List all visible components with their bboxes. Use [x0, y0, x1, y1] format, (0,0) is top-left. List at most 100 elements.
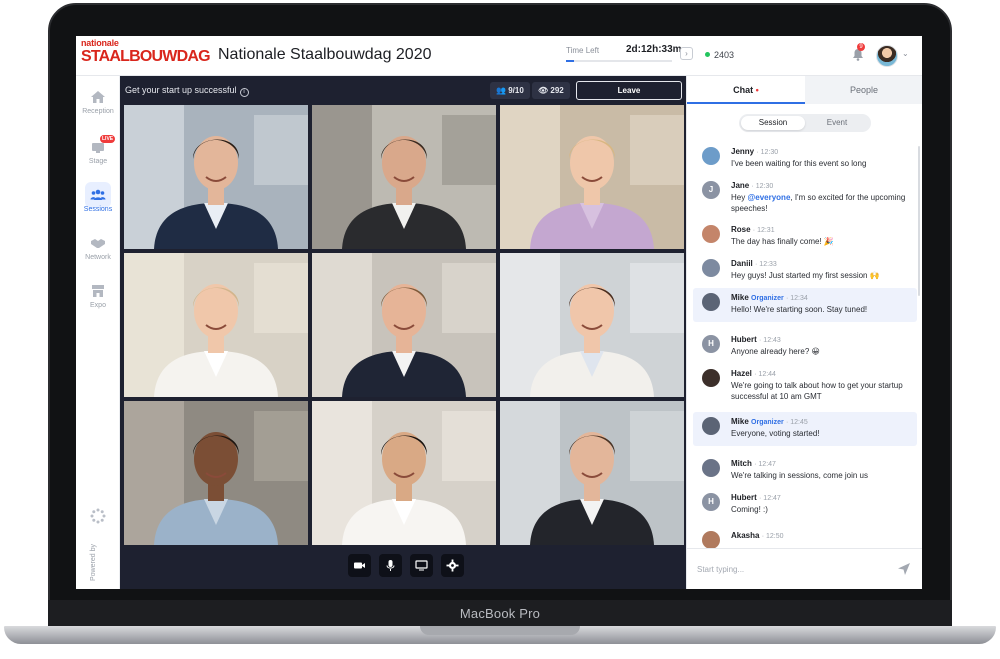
chat-message-header: Rose · 12:31	[731, 224, 911, 236]
mention-everyone[interactable]: @everyone	[747, 193, 790, 202]
chat-avatar[interactable]	[702, 259, 720, 277]
screen-share-button[interactable]	[410, 554, 433, 577]
sidebar-item-stage[interactable]: LIVE Stage	[76, 135, 120, 165]
chat-author-name[interactable]: Daniil	[731, 259, 753, 268]
chat-author-name[interactable]: Mike	[731, 293, 749, 302]
live-badge: LIVE	[100, 135, 116, 143]
sidebar-item-expo[interactable]: Expo	[76, 284, 120, 309]
participant-video-tile[interactable]	[500, 105, 684, 249]
online-status-dot	[705, 52, 710, 57]
chat-author-name[interactable]: Hazel	[731, 369, 752, 378]
chat-message: Mitch · 12:47 We're talking in sessions, …	[693, 454, 917, 482]
participant-video-tile[interactable]	[312, 253, 496, 397]
chat-message-text: We're talking in sessions, come join us	[731, 471, 868, 480]
participant-video-tile[interactable]	[500, 401, 684, 545]
chat-avatar[interactable]	[702, 369, 720, 387]
chat-message-text: I've been waiting for this event so long	[731, 159, 867, 168]
chat-avatar[interactable]	[702, 417, 720, 435]
session-title: Get your start up successful i	[125, 85, 249, 97]
tab-people[interactable]: People	[805, 76, 922, 104]
participant-video-tile[interactable]	[124, 105, 308, 249]
chat-message-text: Anyone already here? 😀	[731, 347, 820, 356]
participant-video	[312, 401, 496, 545]
organizer-role-badge: Organizer	[751, 295, 784, 302]
chat-message: H Hubert · 12:47 Coming! :)	[693, 488, 917, 516]
chat-author-name[interactable]: Jenny	[731, 147, 754, 156]
chat-message-header: Jane · 12:30	[731, 180, 911, 192]
chat-message: J Jane · 12:30 Hey @everyone, I'm so excit…	[693, 176, 917, 214]
chat-time: 12:30	[755, 183, 774, 190]
chat-message-text: The day has finally come! 🎉	[731, 237, 834, 246]
chat-scrollbar[interactable]	[918, 146, 920, 296]
time-progress-bar	[566, 60, 672, 62]
chat-time: 12:33	[759, 261, 777, 268]
chat-avatar[interactable]: J	[702, 181, 720, 199]
leave-button[interactable]: Leave	[576, 81, 682, 100]
tab-chat-label: Chat	[733, 85, 754, 95]
laptop-notch	[420, 626, 580, 635]
chat-time: 12:47	[763, 495, 781, 502]
chat-author-name[interactable]: Jane	[731, 181, 749, 190]
session-title-text: Get your start up successful	[125, 85, 237, 95]
online-count-value: 2403	[714, 50, 735, 60]
chat-author-name[interactable]: Akasha	[731, 531, 759, 540]
segment-event[interactable]: Event	[805, 116, 869, 130]
chat-timestamp: · 12:44	[754, 371, 776, 378]
chat-timestamp: · 12:45	[785, 419, 808, 426]
participant-video-tile[interactable]	[500, 253, 684, 397]
chat-avatar[interactable]	[702, 459, 720, 477]
chat-input[interactable]	[697, 561, 887, 577]
chat-author-name[interactable]: Hubert	[731, 493, 757, 502]
sidebar-item-sessions[interactable]: Sessions	[76, 188, 120, 213]
chat-timestamp: · 12:43	[759, 337, 781, 344]
collapse-panel-button[interactable]: ›	[680, 47, 693, 60]
participant-video-tile[interactable]	[312, 105, 496, 249]
user-avatar[interactable]	[876, 45, 898, 67]
chat-avatar[interactable]	[702, 225, 720, 243]
participant-video-tile[interactable]	[312, 401, 496, 545]
chat-time: 12:34	[790, 295, 808, 302]
sidebar-item-reception[interactable]: Reception	[76, 90, 120, 115]
chevron-down-icon[interactable]: ⌄	[902, 49, 909, 58]
chat-avatar[interactable]	[702, 147, 720, 165]
participant-video-tile[interactable]	[124, 253, 308, 397]
chat-avatar[interactable]	[702, 531, 720, 548]
sidebar-item-network[interactable]: Network	[76, 236, 120, 261]
sidebar-item-label: Sessions	[83, 206, 113, 213]
chat-message-text: Coming! :)	[731, 505, 768, 514]
chat-author-name[interactable]: Rose	[731, 225, 751, 234]
event-title: Nationale Staalbouwdag 2020	[218, 46, 432, 63]
chat-avatar[interactable]	[702, 293, 720, 311]
microphone-button[interactable]	[379, 554, 402, 577]
chat-message-header: Mike Organizer · 12:45	[731, 416, 911, 428]
chat-author-name[interactable]: Mike	[731, 417, 749, 426]
sidebar-item-label: Network	[85, 254, 111, 261]
chat-message-text: Hello! We're starting soon. Stay tuned!	[731, 305, 868, 314]
chat-input-row	[687, 548, 922, 589]
chat-avatar[interactable]: H	[702, 493, 720, 511]
chat-time: 12:43	[763, 337, 781, 344]
time-progress-fill	[566, 60, 575, 62]
chat-timestamp: · 12:30	[751, 183, 774, 190]
brand-logo[interactable]: nationale STAALBOUWDAG	[81, 39, 211, 66]
unread-dot: •	[755, 85, 759, 95]
chat-message-text: We're going to talk about how to get you…	[731, 381, 903, 401]
chat-message: H Hubert · 12:43 Anyone already here? 😀	[693, 330, 917, 358]
tab-chat[interactable]: Chat •	[687, 76, 805, 104]
settings-button[interactable]	[441, 554, 464, 577]
handshake-icon	[91, 239, 105, 248]
sidebar-item-label: Expo	[90, 302, 106, 309]
sidebar-item-label: Stage	[88, 158, 108, 165]
segment-session[interactable]: Session	[741, 116, 805, 130]
camera-button[interactable]	[348, 554, 371, 577]
views-pill: 👁 292	[532, 82, 570, 99]
chat-author-name[interactable]: Hubert	[731, 335, 757, 344]
chat-message-header: Mitch · 12:47	[731, 458, 911, 470]
participant-video	[124, 105, 308, 249]
chat-avatar[interactable]: H	[702, 335, 720, 353]
info-icon[interactable]: i	[239, 88, 249, 97]
chat-time: 12:50	[765, 533, 784, 540]
participant-video-tile[interactable]	[124, 401, 308, 545]
send-icon[interactable]	[897, 562, 911, 576]
chat-author-name[interactable]: Mitch	[731, 459, 752, 468]
